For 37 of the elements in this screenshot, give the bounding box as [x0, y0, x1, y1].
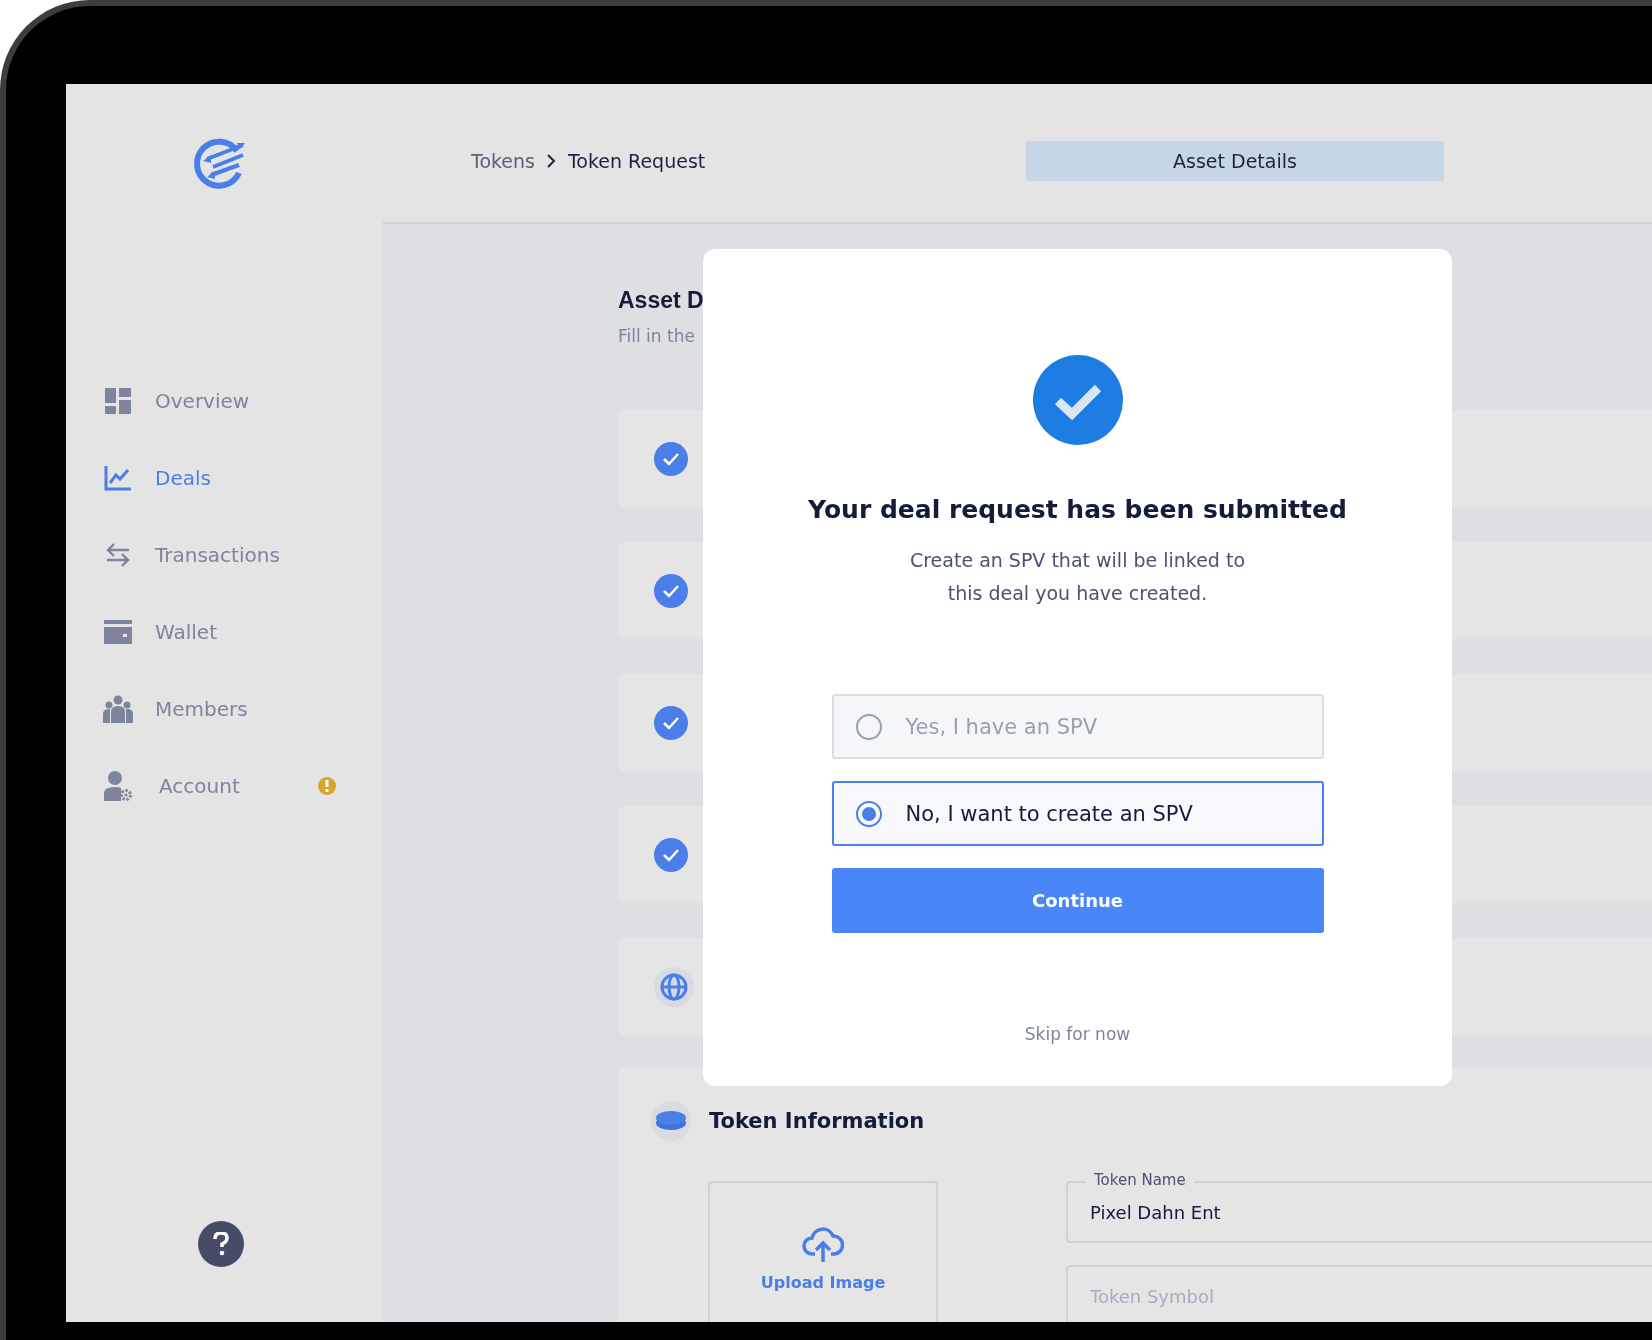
line-chart-icon — [104, 464, 132, 491]
nav-item[interactable]: Deals — [103, 463, 336, 492]
wallet-icon — [104, 619, 132, 644]
question-mark-icon — [212, 1232, 229, 1256]
step-tab[interactable]: Asset Details — [1026, 141, 1444, 181]
check-circle-icon — [1032, 355, 1123, 445]
continue-button[interactable]: Continue — [831, 868, 1324, 933]
chevron-right-icon — [546, 154, 556, 168]
user-gear-icon — [104, 770, 132, 801]
check-circle-icon — [654, 837, 688, 872]
nav-item[interactable]: Account — [103, 771, 336, 800]
breadcrumb-link[interactable]: Tokens — [471, 150, 535, 172]
globe-icon — [654, 966, 694, 1007]
modal-message: Create an SPV that will be linked to this deal you have created. — [909, 548, 1246, 606]
swap-arrows-icon — [105, 541, 131, 568]
dashboard-icon — [104, 386, 132, 415]
cloud-upload-icon — [802, 1227, 844, 1263]
nav-item[interactable]: Members — [103, 694, 336, 723]
text-field[interactable]: Token Symbol — [1066, 1265, 1652, 1322]
radio-option[interactable]: No, I want to create an SPV — [831, 781, 1324, 846]
modal-title: Your deal request has been submitted — [808, 495, 1347, 524]
nav-item[interactable]: Transactions — [103, 540, 336, 569]
breadcrumb-current: Token Request — [567, 150, 706, 172]
coin-icon — [651, 1101, 691, 1141]
upload-image-button[interactable]: Upload Image — [708, 1181, 938, 1322]
section-title: Token Information — [709, 1109, 925, 1133]
check-circle-icon — [654, 705, 688, 740]
help-button[interactable] — [197, 1221, 244, 1267]
nav-item[interactable]: Wallet — [103, 617, 336, 646]
check-circle-icon — [654, 573, 688, 608]
people-icon — [103, 694, 133, 723]
page-title: Asset D — [618, 287, 705, 314]
skip-link[interactable]: Skip for now — [1024, 1024, 1131, 1044]
nav-item[interactable]: Overview — [103, 386, 336, 415]
radio-option[interactable]: Yes, I have an SPV — [831, 694, 1324, 759]
page-subtitle: Fill in the — [618, 326, 696, 346]
check-circle-icon — [654, 441, 688, 476]
